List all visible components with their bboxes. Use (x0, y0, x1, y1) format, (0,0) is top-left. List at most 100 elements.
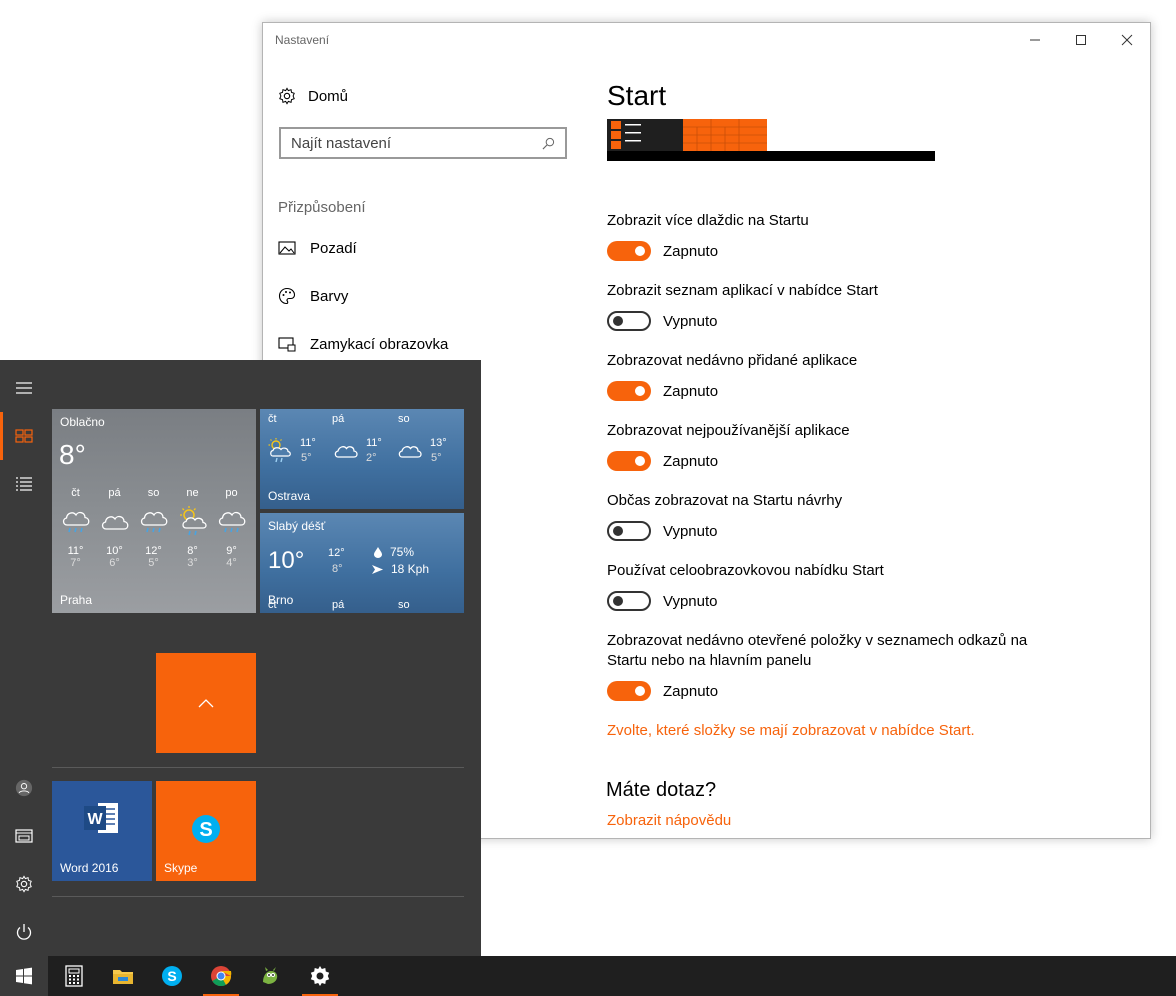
power-button[interactable] (0, 908, 48, 956)
app-icon (263, 967, 278, 984)
forecast-low: 2° (366, 452, 377, 464)
minimize-button[interactable] (1012, 25, 1058, 55)
settings-button[interactable] (0, 860, 48, 908)
nav-home[interactable]: Domů (278, 87, 348, 105)
user-account-button[interactable] (0, 764, 48, 812)
word-tile[interactable]: W Word 2016 (52, 781, 152, 881)
skype-icon: S (162, 966, 182, 986)
help-link[interactable]: Zobrazit nápovědu (607, 812, 731, 829)
forecast-day-name: so (398, 413, 410, 425)
documents-button[interactable] (0, 812, 48, 860)
toggle-state: Zapnuto (663, 452, 719, 470)
forecast-low: 5° (431, 452, 442, 464)
choose-folders-link[interactable]: Zvolte, které složky se mají zobrazovat … (607, 722, 975, 739)
wind-icon (372, 564, 383, 574)
nav-item-lock-screen[interactable]: Zamykací obrazovka (278, 335, 448, 353)
taskbar-calculator[interactable] (50, 956, 98, 996)
maximize-button[interactable] (1058, 25, 1104, 55)
forecast-day-name: pá (332, 413, 345, 425)
taskbar-file-explorer[interactable] (99, 956, 147, 996)
toggle-switch[interactable] (607, 381, 651, 401)
weather-condition: Slabý déšť (268, 519, 326, 533)
toggle-switch[interactable] (607, 451, 651, 471)
settings-icon (310, 966, 330, 986)
tile-label: Ostrava (268, 489, 311, 503)
forecast-day-name: pá (108, 487, 121, 499)
rain-icon (62, 511, 89, 533)
sun-rain-icon (268, 438, 291, 463)
forecast-day-name: po (225, 487, 238, 499)
weather-humidity: 75% (374, 545, 414, 559)
toggle-suggestions[interactable]: Vypnuto (607, 521, 718, 541)
forecast-day-name: so (147, 487, 160, 499)
documents-icon (15, 829, 33, 843)
weather-tile-praha[interactable]: Oblačno 8° čt 11° 7° pá 10° 6° so 12° 5° (52, 409, 256, 613)
nav-section-heading: Přizpůsobení (278, 199, 366, 216)
toggle-app-list[interactable]: Vypnuto (607, 311, 718, 331)
humidity-value: 75% (390, 545, 415, 559)
taskbar-app[interactable] (246, 956, 294, 996)
pinned-tiles-button[interactable] (0, 412, 48, 460)
gear-icon (16, 875, 32, 893)
hamburger-icon (16, 382, 32, 394)
setting-label: Občas zobrazovat na Startu návrhy (607, 492, 843, 509)
nav-item-background[interactable]: Pozadí (278, 239, 357, 257)
close-button[interactable] (1104, 25, 1150, 55)
skype-tile[interactable]: S Skype (156, 781, 256, 881)
weather-forecast: čt 11° 7° pá 10° 6° so 12° 5° ne 8° 3° p… (56, 487, 256, 569)
calculator-icon (65, 965, 83, 987)
nav-item-label: Pozadí (310, 239, 357, 257)
collapse-group-tile[interactable] (156, 653, 256, 753)
avatar-icon (15, 779, 33, 797)
nav-item-colors[interactable]: Barvy (278, 287, 348, 305)
forecast-high: 13° (430, 437, 447, 449)
toggle-switch[interactable] (607, 681, 651, 701)
nav-home-label: Domů (308, 87, 349, 105)
forecast-low: 4° (226, 557, 237, 569)
toggle-switch[interactable] (607, 241, 651, 261)
chevron-up-icon (198, 699, 214, 708)
weather-tile-ostrava[interactable]: čt 11° 5° pá 11° 2° so 13° 5° Ostrava (260, 409, 464, 509)
toggle-switch[interactable] (607, 311, 651, 331)
weather-high: 12° (328, 547, 345, 559)
taskbar-chrome[interactable] (197, 956, 245, 996)
group-divider (52, 896, 464, 897)
all-apps-button[interactable] (0, 460, 48, 508)
rain-icon (218, 511, 245, 533)
file-explorer-icon (113, 970, 133, 984)
toggle-switch[interactable] (607, 521, 651, 541)
toggle-state: Zapnuto (663, 242, 719, 260)
weather-tile-brno[interactable]: Slabý déšť 10° 12° 8° 75% 18 Kph čt pá s… (260, 513, 464, 613)
help-heading: Máte dotaz? (606, 779, 717, 801)
wind-value: 18 Kph (391, 562, 430, 576)
search-input[interactable]: Najít nastavení (279, 127, 567, 159)
window-title: Nastavení (275, 33, 330, 47)
toggle-state: Vypnuto (663, 522, 718, 540)
toggle-more-tiles[interactable]: Zapnuto (607, 241, 718, 261)
toggle-recent-apps[interactable]: Zapnuto (607, 381, 718, 401)
rain-icon (140, 511, 167, 533)
start-preview-image (607, 119, 935, 163)
forecast-low: 3° (187, 557, 198, 569)
start-button[interactable] (0, 956, 48, 996)
forecast-day-name: pá (332, 599, 345, 611)
toggle-switch[interactable] (607, 591, 651, 611)
list-icon (16, 477, 32, 491)
lock-screen-icon (278, 337, 296, 352)
toggle-state: Vypnuto (663, 592, 718, 610)
forecast-high: 12° (145, 545, 162, 557)
forecast-high: 9° (226, 545, 237, 557)
maximize-icon (1076, 35, 1086, 45)
forecast-day-name: ne (186, 487, 199, 499)
toggle-fullscreen[interactable]: Vypnuto (607, 591, 718, 611)
taskbar-settings[interactable] (296, 956, 344, 996)
forecast-day: po 9° 4° (212, 487, 251, 569)
chrome-icon (211, 966, 232, 987)
palette-icon (278, 287, 296, 305)
weather-condition: Oblačno (60, 415, 105, 429)
tile-label: Brno (268, 593, 294, 607)
expand-menu-button[interactable] (0, 364, 48, 412)
taskbar-skype[interactable]: S (148, 956, 196, 996)
toggle-most-used[interactable]: Zapnuto (607, 451, 718, 471)
toggle-jump-lists[interactable]: Zapnuto (607, 681, 718, 701)
